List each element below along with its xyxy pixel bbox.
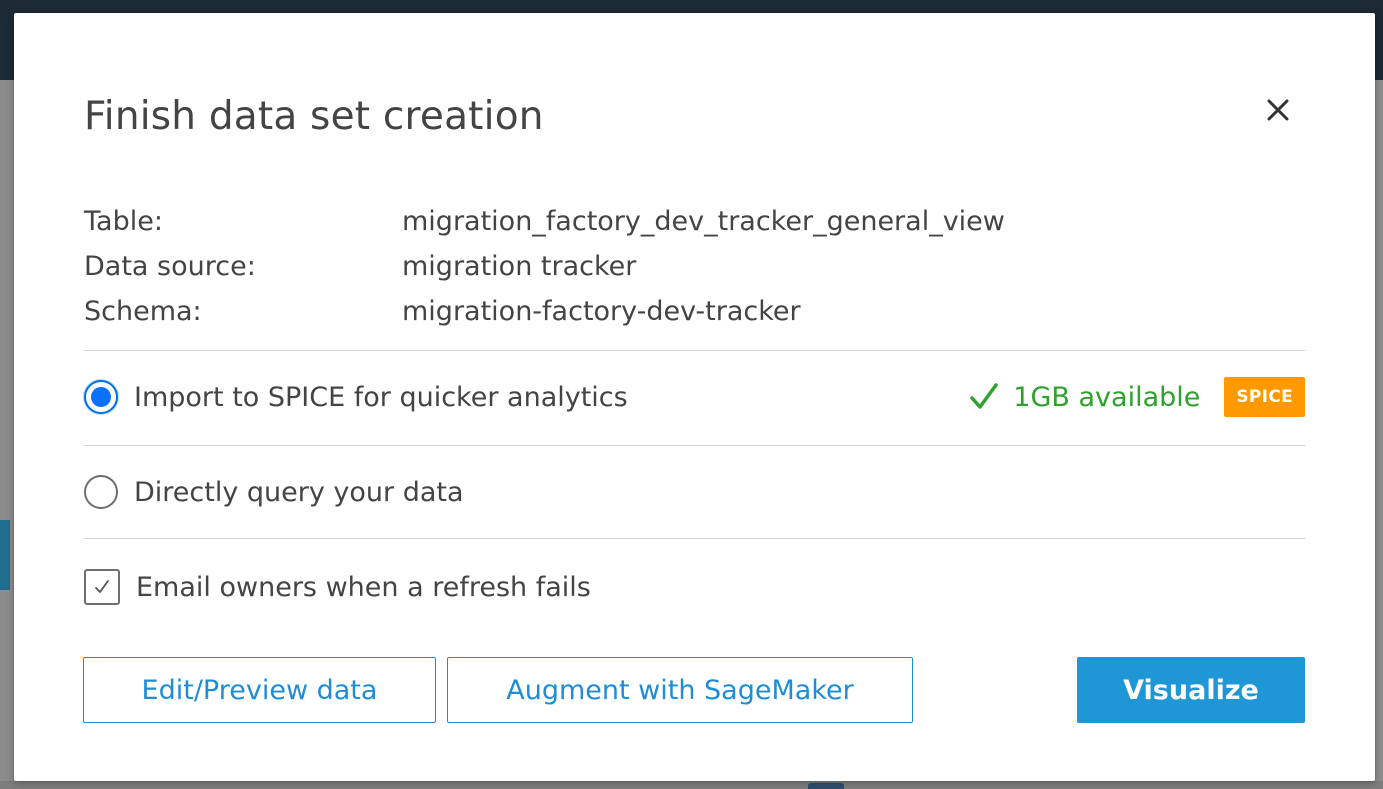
checkmark-icon — [95, 580, 109, 593]
divider — [84, 445, 1305, 446]
background-bottom-bar — [0, 781, 1383, 789]
email-owners-checkbox[interactable] — [84, 569, 120, 605]
check-icon — [970, 383, 999, 409]
info-row-table: Table: migration_factory_dev_tracker_gen… — [84, 199, 1005, 244]
dialog-title: Finish data set creation — [84, 94, 544, 139]
edit-preview-data-button[interactable]: Edit/Preview data — [83, 657, 436, 723]
background-chip — [808, 783, 844, 789]
spice-option-row[interactable]: Import to SPICE for quicker analytics 1G… — [84, 375, 1305, 419]
data-source-label: Data source: — [84, 251, 256, 282]
direct-query-radio[interactable] — [84, 475, 118, 509]
direct-query-option-label[interactable]: Directly query your data — [134, 477, 464, 508]
direct-query-option-row[interactable]: Directly query your data — [84, 470, 1305, 514]
visualize-button[interactable]: Visualize — [1077, 657, 1305, 723]
finish-dataset-dialog: Finish data set creation Table: migratio… — [14, 13, 1375, 781]
divider — [84, 538, 1305, 539]
dataset-info: Table: migration_factory_dev_tracker_gen… — [84, 199, 1005, 334]
schema-label: Schema: — [84, 296, 202, 327]
table-label: Table: — [84, 206, 163, 237]
info-row-schema: Schema: migration-factory-dev-tracker — [84, 289, 1005, 334]
info-row-data-source: Data source: migration tracker — [84, 244, 1005, 289]
schema-value: migration-factory-dev-tracker — [402, 296, 801, 327]
spice-radio[interactable] — [84, 380, 118, 414]
spice-capacity: 1GB available SPICE — [967, 377, 1305, 417]
capacity-text: 1GB available — [1013, 381, 1201, 413]
email-owners-label[interactable]: Email owners when a refresh fails — [136, 572, 591, 603]
close-button[interactable] — [1263, 95, 1293, 125]
background-left-strip — [0, 520, 10, 590]
table-value: migration_factory_dev_tracker_general_vi… — [402, 206, 1005, 237]
close-icon — [1267, 99, 1289, 121]
data-source-value: migration tracker — [402, 251, 637, 282]
augment-with-sagemaker-button[interactable]: Augment with SageMaker — [447, 657, 913, 723]
divider — [84, 350, 1305, 351]
spice-option-label[interactable]: Import to SPICE for quicker analytics — [134, 382, 628, 413]
spice-badge: SPICE — [1224, 377, 1305, 417]
email-owners-row[interactable]: Email owners when a refresh fails — [84, 565, 1305, 609]
